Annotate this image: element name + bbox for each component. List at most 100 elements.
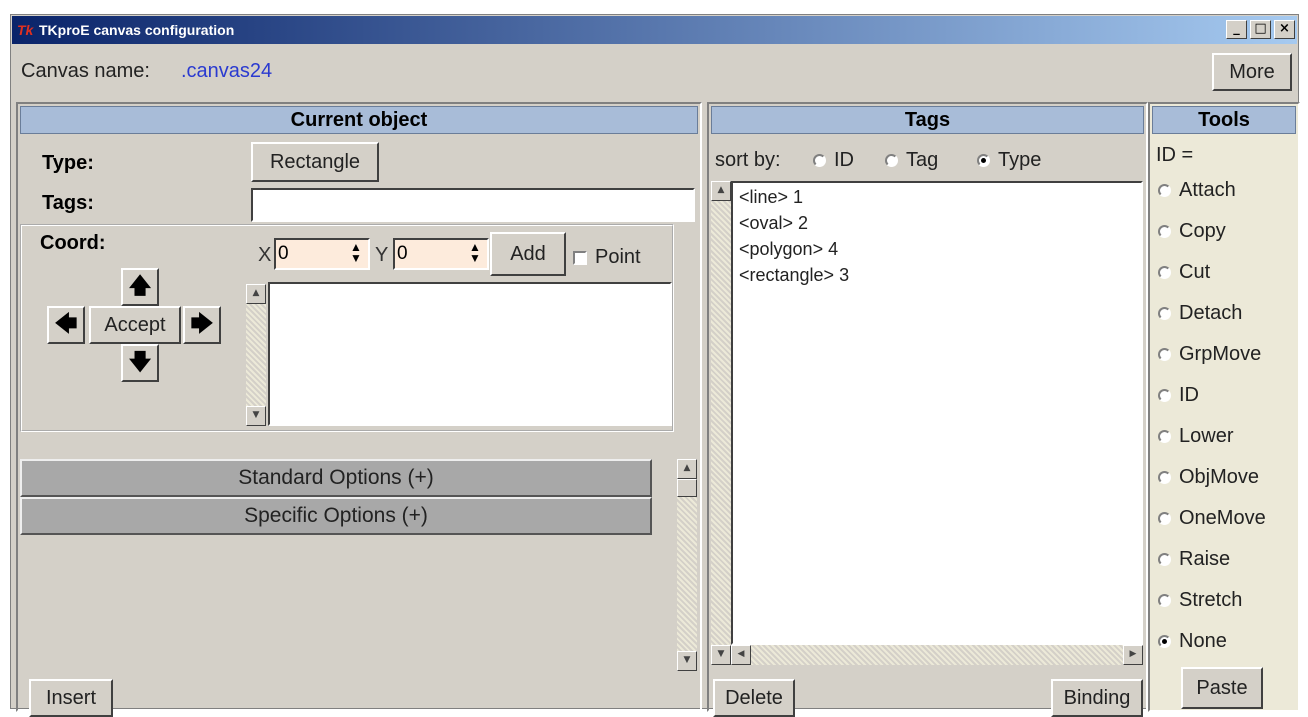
radio-icon bbox=[813, 154, 826, 167]
id-label: ID = bbox=[1156, 144, 1194, 166]
arrow-up-button[interactable]: 🡅 bbox=[121, 268, 159, 306]
title-bar: Tk TKproE canvas configuration _ □ × bbox=[12, 16, 1297, 44]
tool-cut-radio[interactable]: Cut bbox=[1158, 261, 1210, 284]
tool-label: Cut bbox=[1179, 261, 1211, 283]
canvas-name-bar: Canvas name: .canvas24 More bbox=[13, 48, 1297, 94]
type-button[interactable]: Rectangle bbox=[251, 142, 379, 182]
radio-icon bbox=[1158, 430, 1171, 443]
arrow-down-icon: 🡇 bbox=[128, 350, 152, 375]
tool-copy-radio[interactable]: Copy bbox=[1158, 220, 1226, 243]
arrow-right-button[interactable]: 🡆 bbox=[183, 306, 221, 344]
type-label: Type: bbox=[42, 152, 94, 174]
options-scroll-down-icon[interactable]: ▼ bbox=[677, 651, 697, 671]
tool-grpmove-radio[interactable]: GrpMove bbox=[1158, 343, 1261, 366]
app-icon: Tk bbox=[17, 22, 34, 38]
options-scroll-up-icon[interactable]: ▲ bbox=[677, 459, 697, 479]
scroll-up-icon[interactable]: ▲ bbox=[246, 284, 266, 304]
delete-button[interactable]: Delete bbox=[713, 679, 795, 717]
tags-list[interactable]: <line> 1 <oval> 2 <polygon> 4 <rectangle… bbox=[731, 181, 1143, 645]
tags-scroll-down-icon[interactable]: ▼ bbox=[711, 645, 731, 665]
options-scrollbar[interactable]: ▲ ▼ bbox=[677, 459, 697, 671]
tags-scroll-up-icon[interactable]: ▲ bbox=[711, 181, 731, 201]
tags-panel: Tags sort by: ID Tag Type ▲ ▼ <line> 1 <… bbox=[707, 102, 1148, 717]
canvas-name-value: .canvas24 bbox=[181, 60, 273, 82]
tool-lower-radio[interactable]: Lower bbox=[1158, 425, 1233, 448]
radio-icon bbox=[1158, 512, 1171, 525]
tool-detach-radio[interactable]: Detach bbox=[1158, 302, 1242, 325]
radio-icon bbox=[1158, 307, 1171, 320]
x-spin-arrows-icon[interactable]: ▲ ▼ bbox=[350, 241, 362, 264]
maximize-button[interactable]: □ bbox=[1250, 20, 1271, 39]
tool-id-radio[interactable]: ID bbox=[1158, 384, 1199, 407]
tags-label: Tags: bbox=[42, 192, 94, 214]
options-scroll-thumb[interactable] bbox=[677, 479, 697, 497]
scroll-down-icon[interactable]: ▼ bbox=[246, 406, 266, 426]
point-checkbox[interactable]: Point bbox=[573, 246, 641, 269]
binding-button[interactable]: Binding bbox=[1051, 679, 1143, 717]
close-button[interactable]: × bbox=[1274, 20, 1295, 39]
tool-label: None bbox=[1179, 630, 1227, 652]
radio-icon bbox=[1158, 594, 1171, 607]
config-window: Tk TKproE canvas configuration _ □ × Can… bbox=[10, 14, 1300, 717]
tool-stretch-radio[interactable]: Stretch bbox=[1158, 589, 1242, 612]
sort-id-label: ID bbox=[834, 149, 854, 171]
arrow-right-icon: 🡆 bbox=[190, 312, 214, 337]
y-spin-arrows-icon[interactable]: ▲ ▼ bbox=[469, 241, 481, 264]
canvas-name-label: Canvas name: bbox=[21, 60, 150, 82]
accept-button[interactable]: Accept bbox=[89, 306, 181, 344]
tool-onemove-radio[interactable]: OneMove bbox=[1158, 507, 1266, 530]
coord-list[interactable] bbox=[268, 282, 672, 426]
arrow-up-icon: 🡅 bbox=[128, 274, 152, 299]
more-button[interactable]: More bbox=[1212, 53, 1292, 91]
tools-header: Tools bbox=[1152, 106, 1296, 134]
window-title: TKproE canvas configuration bbox=[39, 22, 235, 38]
sort-id-radio[interactable]: ID bbox=[813, 149, 854, 172]
tool-label: OneMove bbox=[1179, 507, 1266, 529]
tags-input[interactable] bbox=[251, 188, 695, 222]
list-item[interactable]: <rectangle> 3 bbox=[739, 265, 849, 286]
sort-tag-label: Tag bbox=[906, 149, 939, 171]
radio-selected-icon bbox=[1158, 635, 1171, 648]
current-object-panel: Current object Type: Rectangle Tags: Coo… bbox=[16, 102, 702, 717]
tool-attach-radio[interactable]: Attach bbox=[1158, 179, 1236, 202]
coord-list-scrollbar[interactable]: ▲ ▼ bbox=[246, 284, 266, 426]
specific-options-bar[interactable]: Specific Options (+) bbox=[20, 497, 652, 535]
minimize-button[interactable]: _ bbox=[1226, 20, 1247, 39]
list-item[interactable]: <oval> 2 bbox=[739, 213, 808, 234]
tool-label: Lower bbox=[1179, 425, 1234, 447]
tools-panel: Tools ID = Attach Copy Cut Detach GrpMov… bbox=[1148, 102, 1300, 712]
list-item[interactable]: <polygon> 4 bbox=[739, 239, 838, 260]
radio-icon bbox=[1158, 553, 1171, 566]
list-item[interactable]: <line> 1 bbox=[739, 187, 803, 208]
sort-type-radio[interactable]: Type bbox=[977, 149, 1041, 172]
tool-label: Copy bbox=[1179, 220, 1226, 242]
add-button[interactable]: Add bbox=[490, 232, 566, 276]
tags-scroll-right-icon[interactable]: ▶ bbox=[1123, 645, 1143, 665]
arrow-down-button[interactable]: 🡇 bbox=[121, 344, 159, 382]
standard-options-bar[interactable]: Standard Options (+) bbox=[20, 459, 652, 497]
tags-vscrollbar[interactable]: ▲ ▼ bbox=[711, 181, 731, 665]
current-object-header: Current object bbox=[20, 106, 698, 134]
radio-selected-icon bbox=[977, 154, 990, 167]
insert-button[interactable]: Insert bbox=[29, 679, 113, 717]
tool-label: Raise bbox=[1179, 548, 1231, 570]
tool-none-radio[interactable]: None bbox=[1158, 630, 1227, 653]
tags-scroll-left-icon[interactable]: ◀ bbox=[731, 645, 751, 665]
sort-by-label: sort by: bbox=[715, 149, 781, 171]
tool-label: GrpMove bbox=[1179, 343, 1262, 365]
arrow-left-button[interactable]: 🡄 bbox=[47, 306, 85, 344]
tool-objmove-radio[interactable]: ObjMove bbox=[1158, 466, 1259, 489]
tags-hscrollbar[interactable]: ◀ ▶ bbox=[731, 645, 1143, 665]
tags-header: Tags bbox=[711, 106, 1144, 134]
tool-label: ID bbox=[1179, 384, 1199, 406]
radio-icon bbox=[1158, 471, 1171, 484]
sort-type-label: Type bbox=[998, 149, 1042, 171]
point-checkbox-box[interactable] bbox=[573, 250, 587, 265]
radio-icon bbox=[1158, 184, 1171, 197]
tool-raise-radio[interactable]: Raise bbox=[1158, 548, 1230, 571]
radio-icon bbox=[885, 154, 898, 167]
sort-tag-radio[interactable]: Tag bbox=[885, 149, 938, 172]
y-label: Y bbox=[375, 244, 389, 266]
tool-label: Attach bbox=[1179, 179, 1236, 201]
paste-button[interactable]: Paste bbox=[1181, 667, 1263, 709]
